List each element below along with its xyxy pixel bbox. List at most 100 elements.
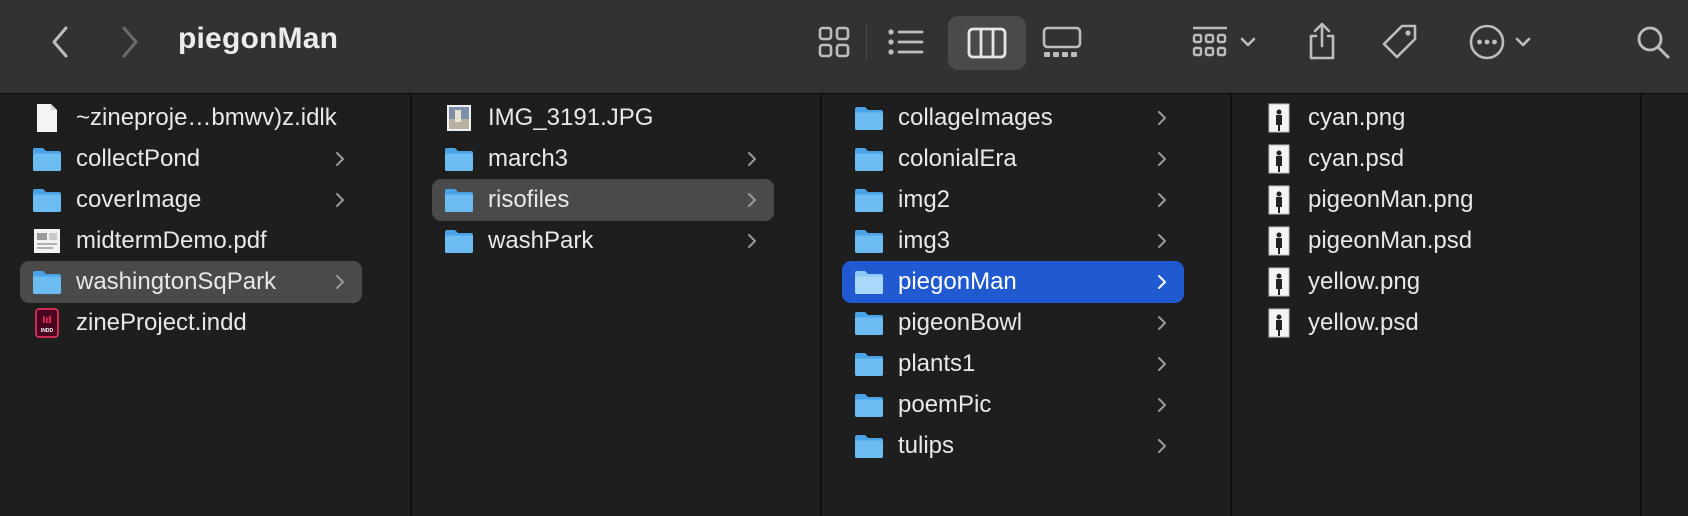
folder-item[interactable]: coverImage [20, 179, 362, 221]
image-file-icon [1264, 267, 1294, 297]
column-1[interactable]: ~zineproje…bmwv)z.idlk collectPond coverIm… [0, 94, 412, 516]
folder-item[interactable]: collectPond [20, 138, 362, 180]
ellipsis-circle-icon [1469, 24, 1505, 60]
tag-icon [1382, 24, 1417, 59]
chevron-right-icon [748, 193, 756, 207]
item-name: midtermDemo.pdf [76, 227, 267, 254]
folder-item[interactable]: tulips [842, 425, 1184, 467]
item-name: cyan.png [1308, 104, 1406, 131]
folder-item[interactable]: washingtonSqPark [20, 261, 362, 303]
image-file-icon [1264, 144, 1294, 174]
item-name: IMG_3191.JPG [488, 104, 654, 131]
toolbar: piegonMan [0, 0, 1688, 94]
folder-item[interactable]: march3 [432, 138, 774, 180]
document-icon [32, 104, 62, 132]
file-item[interactable]: cyan.psd [1252, 138, 1594, 180]
search-button[interactable] [1630, 18, 1676, 66]
list-view-button[interactable] [882, 18, 930, 66]
item-name: pigeonBowl [898, 309, 1023, 336]
item-name: piegonMan [898, 268, 1017, 295]
disclosure-chevron [1152, 395, 1172, 415]
column-4[interactable]: cyan.png cyan.psd pigeonMan.png pigeonMan.p… [1232, 94, 1642, 516]
tags-button[interactable] [1376, 18, 1424, 66]
folder-icon [444, 227, 474, 255]
group-icon [1192, 26, 1227, 57]
gallery-icon [1042, 26, 1082, 57]
item-name: colonialEra [898, 145, 1017, 172]
chevron-right-icon [1158, 316, 1166, 330]
chevron-right-icon [1158, 234, 1166, 248]
item-name: collageImages [898, 104, 1053, 131]
folder-icon [32, 145, 62, 173]
folder-item[interactable]: pigeonBowl [842, 302, 1184, 344]
item-name: coverImage [76, 186, 202, 213]
file-item[interactable]: midtermDemo.pdf [20, 220, 362, 262]
file-item[interactable]: ~zineproje…bmwv)z.idlk [20, 97, 362, 139]
folder-item[interactable]: img3 [842, 220, 1184, 262]
chevron-right-icon [748, 234, 756, 248]
forward-button[interactable] [112, 22, 148, 62]
image-file-icon [1264, 103, 1294, 133]
column-view-button[interactable] [948, 16, 1026, 70]
disclosure-chevron [1152, 149, 1172, 169]
chevron-right-icon [122, 26, 138, 58]
folder-icon [854, 350, 884, 378]
file-item[interactable]: yellow.psd [1252, 302, 1594, 344]
item-name: march3 [488, 145, 569, 172]
folder-item[interactable]: img2 [842, 179, 1184, 221]
chevron-right-icon [1158, 152, 1166, 166]
folder-icon [854, 145, 884, 173]
share-button[interactable] [1300, 16, 1344, 66]
folder-icon [854, 432, 884, 460]
image-file-icon [1264, 226, 1294, 256]
column-2[interactable]: IMG_3191.JPG march3 risofiles washPark [412, 94, 822, 516]
folder-item[interactable]: colonialEra [842, 138, 1184, 180]
disclosure-chevron [330, 149, 350, 169]
chevron-right-icon [336, 193, 344, 207]
folder-icon [854, 309, 884, 337]
group-menu-button[interactable] [1188, 18, 1260, 66]
chevron-right-icon [748, 152, 756, 166]
gallery-view-button[interactable] [1038, 18, 1086, 66]
folder-item[interactable]: plants1 [842, 343, 1184, 385]
window-title: piegonMan [178, 22, 339, 55]
folder-icon [32, 268, 62, 296]
folder-item[interactable]: washPark [432, 220, 774, 262]
svg-text:INDD: INDD [41, 328, 54, 334]
item-name: washPark [488, 227, 594, 254]
columns-icon [967, 27, 1007, 59]
file-item[interactable]: IMG_3191.JPG [432, 97, 774, 139]
folder-icon [854, 227, 884, 255]
folder-item[interactable]: risofiles [432, 179, 774, 221]
indesign-file-icon: Id INDD [32, 308, 62, 338]
folder-item[interactable]: poemPic [842, 384, 1184, 426]
disclosure-chevron [330, 272, 350, 292]
search-icon [1637, 26, 1670, 59]
chevron-right-icon [1158, 357, 1166, 371]
list-icon [888, 29, 924, 55]
disclosure-chevron [1152, 108, 1172, 128]
chevron-down-icon [1515, 37, 1531, 47]
chevron-right-icon [1158, 439, 1166, 453]
column-5[interactable] [1642, 94, 1688, 516]
more-menu-button[interactable] [1462, 18, 1538, 66]
folder-icon [854, 391, 884, 419]
icon-view-button[interactable] [812, 18, 856, 66]
file-item[interactable]: pigeonMan.psd [1252, 220, 1594, 262]
file-item[interactable]: cyan.png [1252, 97, 1594, 139]
chevron-right-icon [1158, 275, 1166, 289]
disclosure-chevron [1152, 313, 1172, 333]
folder-item[interactable]: piegonMan [842, 261, 1184, 303]
back-button[interactable] [42, 22, 78, 62]
file-item[interactable]: pigeonMan.png [1252, 179, 1594, 221]
file-item[interactable]: Id INDD zineProject.indd [20, 302, 362, 344]
column-3[interactable]: collageImages colonialEra img2 img3 piegonMa… [822, 94, 1232, 516]
image-file-icon [1264, 185, 1294, 215]
pdf-icon [32, 227, 62, 255]
file-item[interactable]: yellow.png [1252, 261, 1594, 303]
chevron-right-icon [1158, 398, 1166, 412]
folder-icon [854, 104, 884, 132]
disclosure-chevron [1152, 231, 1172, 251]
item-name: tulips [898, 432, 955, 459]
folder-item[interactable]: collageImages [842, 97, 1184, 139]
